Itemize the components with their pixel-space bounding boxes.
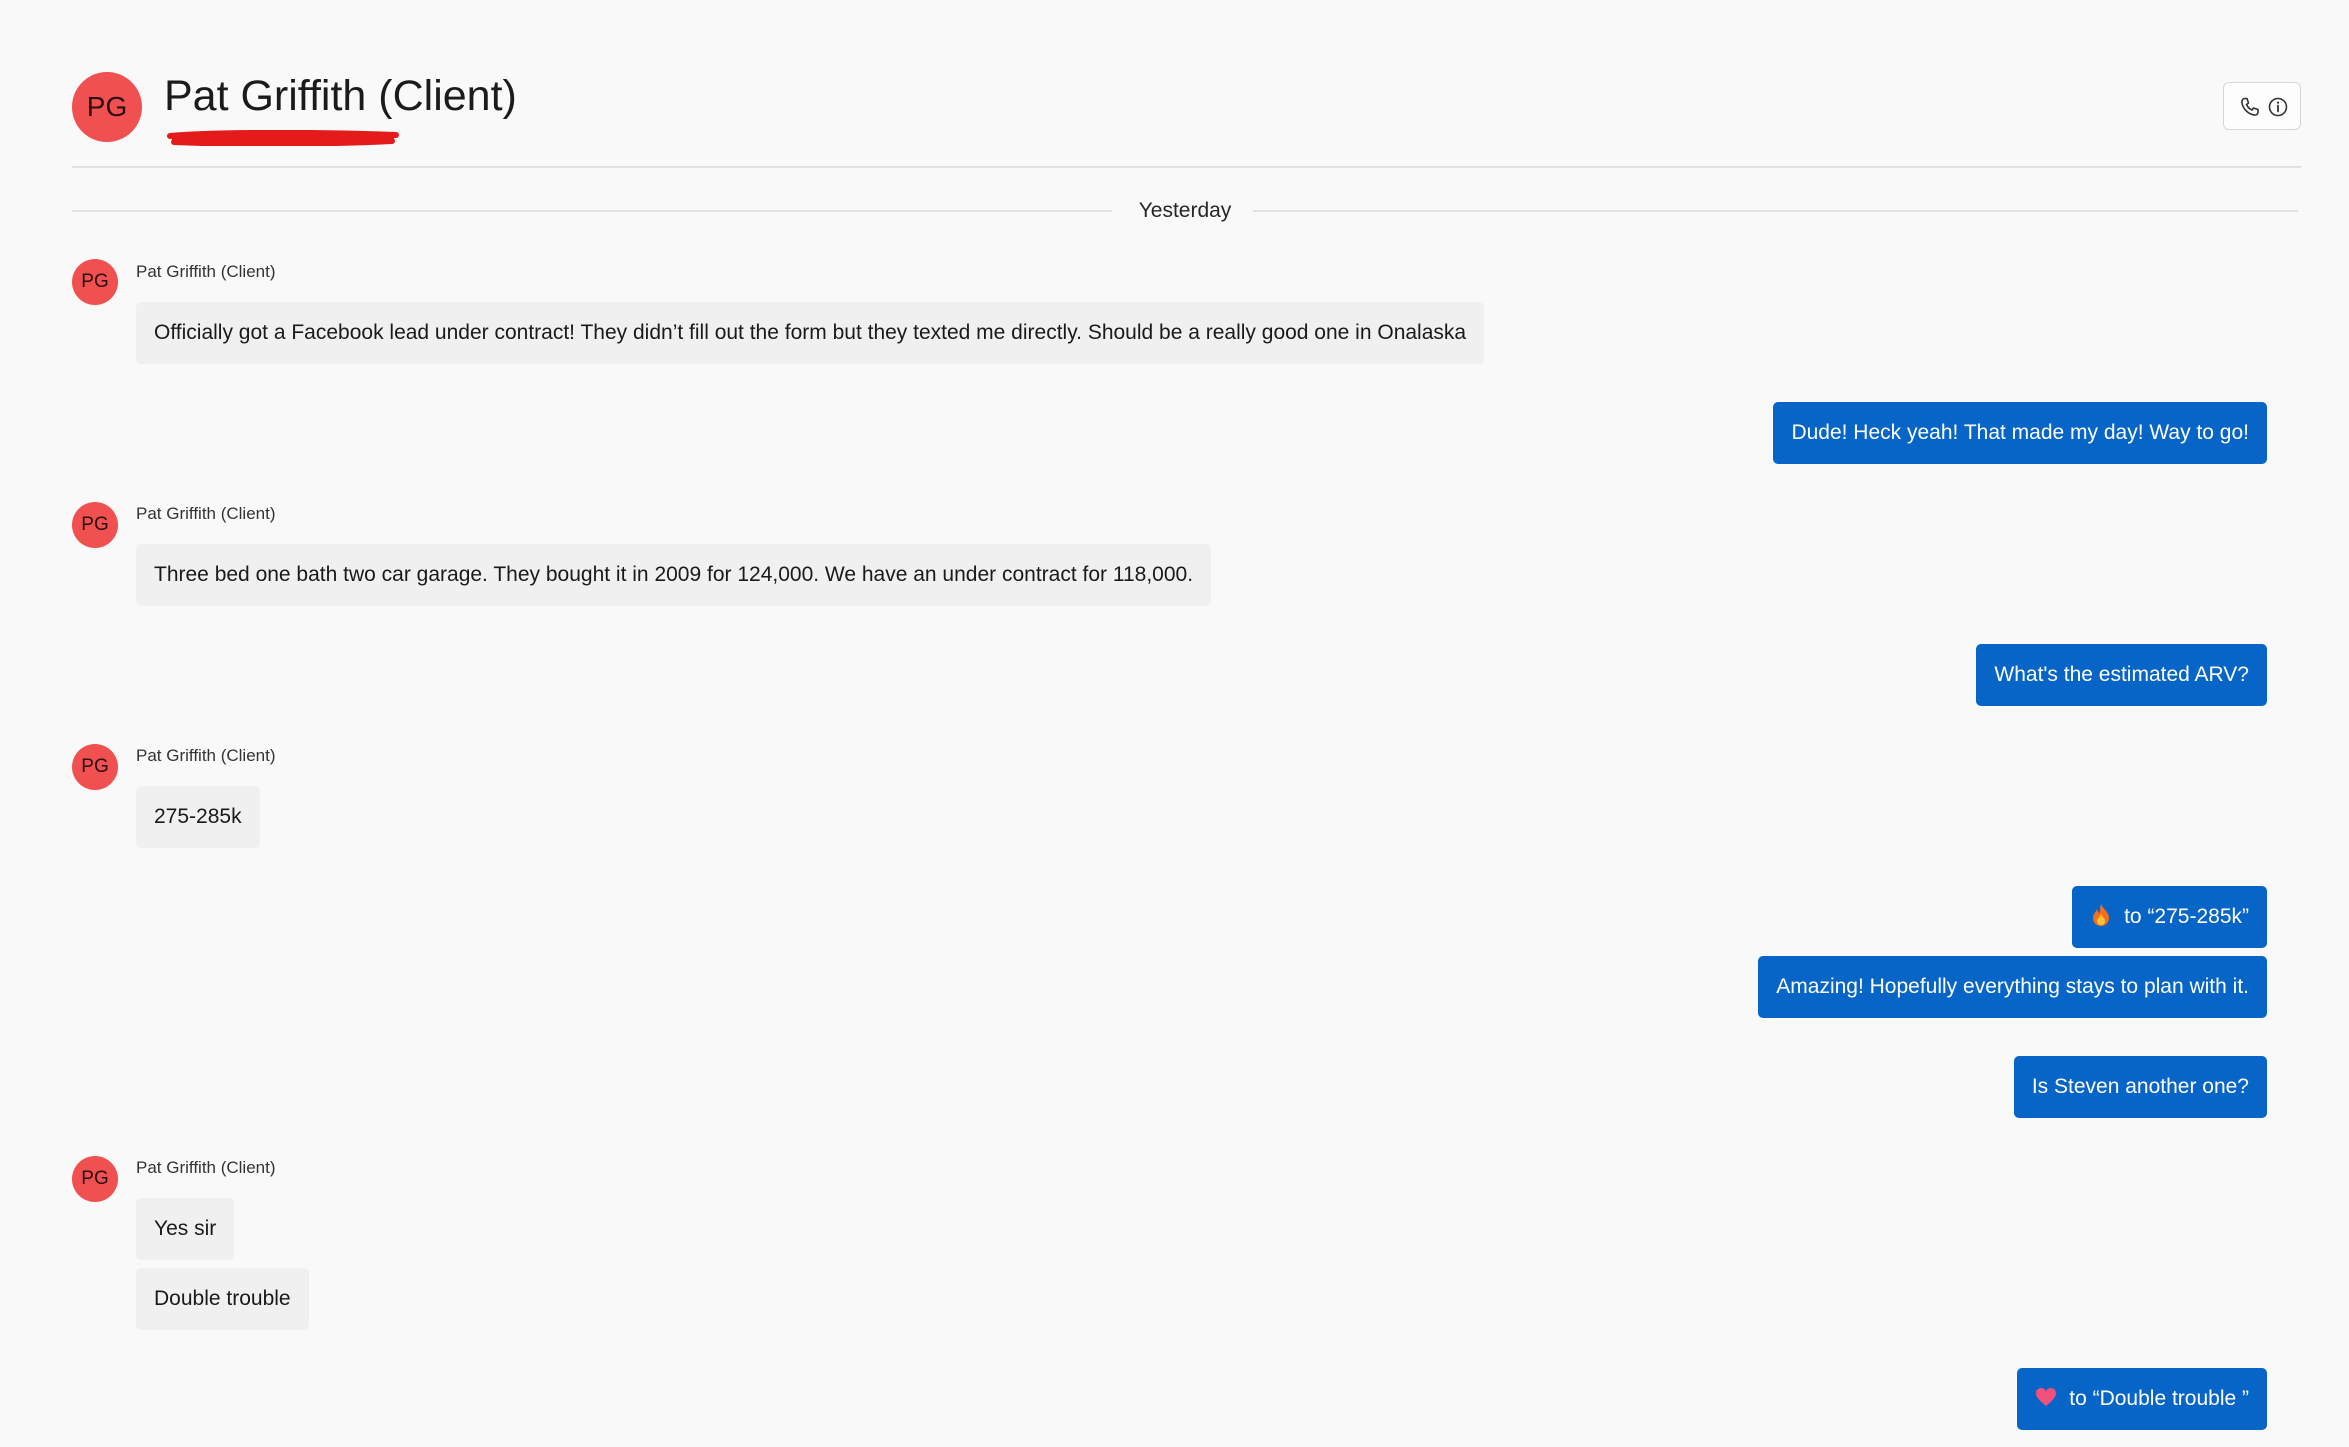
call-info-group <box>2223 82 2301 130</box>
reaction-bubble[interactable]: to “275-285k” <box>2072 886 2267 948</box>
sender-name: Pat Griffith (Client) <box>136 504 276 523</box>
message-text: 275-285k <box>154 805 242 828</box>
message-text: Amazing! Hopefully everything stays to p… <box>1776 975 2249 998</box>
message-bubble-incoming[interactable]: Officially got a Facebook lead under con… <box>136 302 1485 364</box>
reaction-text: to “Double trouble ” <box>2069 1387 2249 1410</box>
fire-icon <box>2093 904 2110 927</box>
message-text: Dude! Heck yeah! That made my day! Way t… <box>1791 421 2249 444</box>
sender-avatar[interactable]: PG <box>72 502 118 548</box>
message-text: Is Steven another one? <box>2031 1075 2249 1098</box>
contact-avatar[interactable]: PG <box>72 72 142 142</box>
sender-name: Pat Griffith (Client) <box>136 262 276 281</box>
message-text: Double trouble <box>154 1287 291 1310</box>
message-bubble-incoming[interactable]: 275-285k <box>136 786 260 848</box>
reaction-text: to “275-285k” <box>2124 905 2249 928</box>
sender-avatar[interactable]: PG <box>72 259 118 305</box>
chat-header: PG Pat Griffith (Client) <box>72 60 2301 168</box>
message-bubble-incoming[interactable]: Double trouble <box>136 1268 309 1330</box>
message-text: Three bed one bath two car garage. They … <box>154 563 1194 586</box>
message-bubble-outgoing[interactable]: What's the estimated ARV? <box>1976 644 2267 706</box>
message-text: Officially got a Facebook lead under con… <box>154 321 1467 344</box>
message-bubble-incoming[interactable]: Three bed one bath two car garage. They … <box>136 544 1212 606</box>
heart-icon <box>2036 1388 2057 1407</box>
sender-avatar[interactable]: PG <box>72 1156 118 1202</box>
message-bubble-incoming[interactable]: Yes sir <box>136 1198 235 1260</box>
chat-title: Pat Griffith (Client) <box>164 72 517 120</box>
sender-name: Pat Griffith (Client) <box>136 746 276 765</box>
divider-line-right <box>1253 210 2298 212</box>
info-icon[interactable] <box>2266 95 2290 119</box>
sender-avatar[interactable]: PG <box>72 744 118 790</box>
sender-name: Pat Griffith (Client) <box>136 1158 276 1177</box>
message-text: Yes sir <box>154 1217 217 1240</box>
phone-icon[interactable] <box>2238 95 2262 119</box>
message-text: What's the estimated ARV? <box>1994 663 2249 686</box>
message-bubble-outgoing[interactable]: Dude! Heck yeah! That made my day! Way t… <box>1773 402 2267 464</box>
message-bubble-outgoing[interactable]: Amazing! Hopefully everything stays to p… <box>1758 956 2267 1018</box>
date-divider: Yesterday <box>72 196 2298 226</box>
reaction-bubble[interactable]: to “Double trouble ” <box>2017 1368 2267 1430</box>
redaction-mark <box>167 130 399 146</box>
message-bubble-outgoing[interactable]: Is Steven another one? <box>2013 1056 2267 1118</box>
